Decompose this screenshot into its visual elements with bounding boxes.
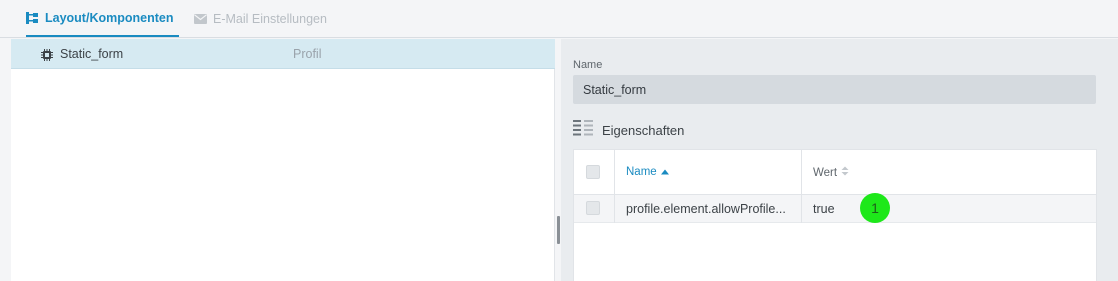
select-all-checkbox[interactable]: [586, 165, 600, 179]
annotation-marker: 1: [860, 193, 890, 223]
sort-ascending-icon: [660, 166, 669, 178]
column-header-label: Wert: [813, 166, 838, 179]
properties-section-header: Eigenschaften: [573, 120, 684, 141]
tree-item-type: Profil: [293, 47, 322, 61]
properties-table: Name Wert profile.element.allowProfile..…: [573, 149, 1097, 281]
column-divider: [614, 150, 615, 195]
tab-layout-komponenten[interactable]: Layout/Komponenten: [26, 0, 180, 37]
tab-bar: Layout/Komponenten E-Mail Einstellungen: [0, 0, 1118, 38]
table-header: Name Wert: [574, 150, 1096, 195]
property-value-cell[interactable]: true: [813, 202, 835, 216]
row-checkbox[interactable]: [586, 201, 600, 215]
column-divider: [801, 195, 802, 223]
column-header-name[interactable]: Name: [626, 166, 669, 178]
column-header-label: Name: [626, 166, 657, 178]
name-field[interactable]: [573, 75, 1096, 104]
column-divider: [801, 150, 802, 195]
tree-item-name: Static_form: [60, 47, 124, 61]
component-tree-panel: Static_form Profil: [11, 39, 555, 281]
pane-resize-handle[interactable]: [557, 216, 560, 244]
envelope-icon: [194, 14, 207, 24]
column-divider: [614, 195, 615, 223]
tab-label: Layout/Komponenten: [45, 10, 174, 25]
column-header-wert[interactable]: Wert: [813, 166, 849, 179]
chip-icon: [41, 48, 53, 66]
tree-row-static-form[interactable]: Static_form Profil: [11, 39, 555, 69]
tree-structure-icon: [26, 11, 39, 24]
name-field-label: Name: [573, 59, 603, 71]
tab-email-einstellungen[interactable]: E-Mail Einstellungen: [194, 0, 327, 38]
marker-label: 1: [871, 200, 879, 216]
tab-label: E-Mail Einstellungen: [213, 12, 327, 26]
sort-unsorted-icon: [841, 166, 849, 179]
properties-title: Eigenschaften: [602, 123, 685, 138]
property-name-cell: profile.element.allowProfile...: [626, 202, 786, 216]
list-icon: [573, 120, 593, 141]
table-row[interactable]: profile.element.allowProfile... true: [574, 195, 1096, 223]
